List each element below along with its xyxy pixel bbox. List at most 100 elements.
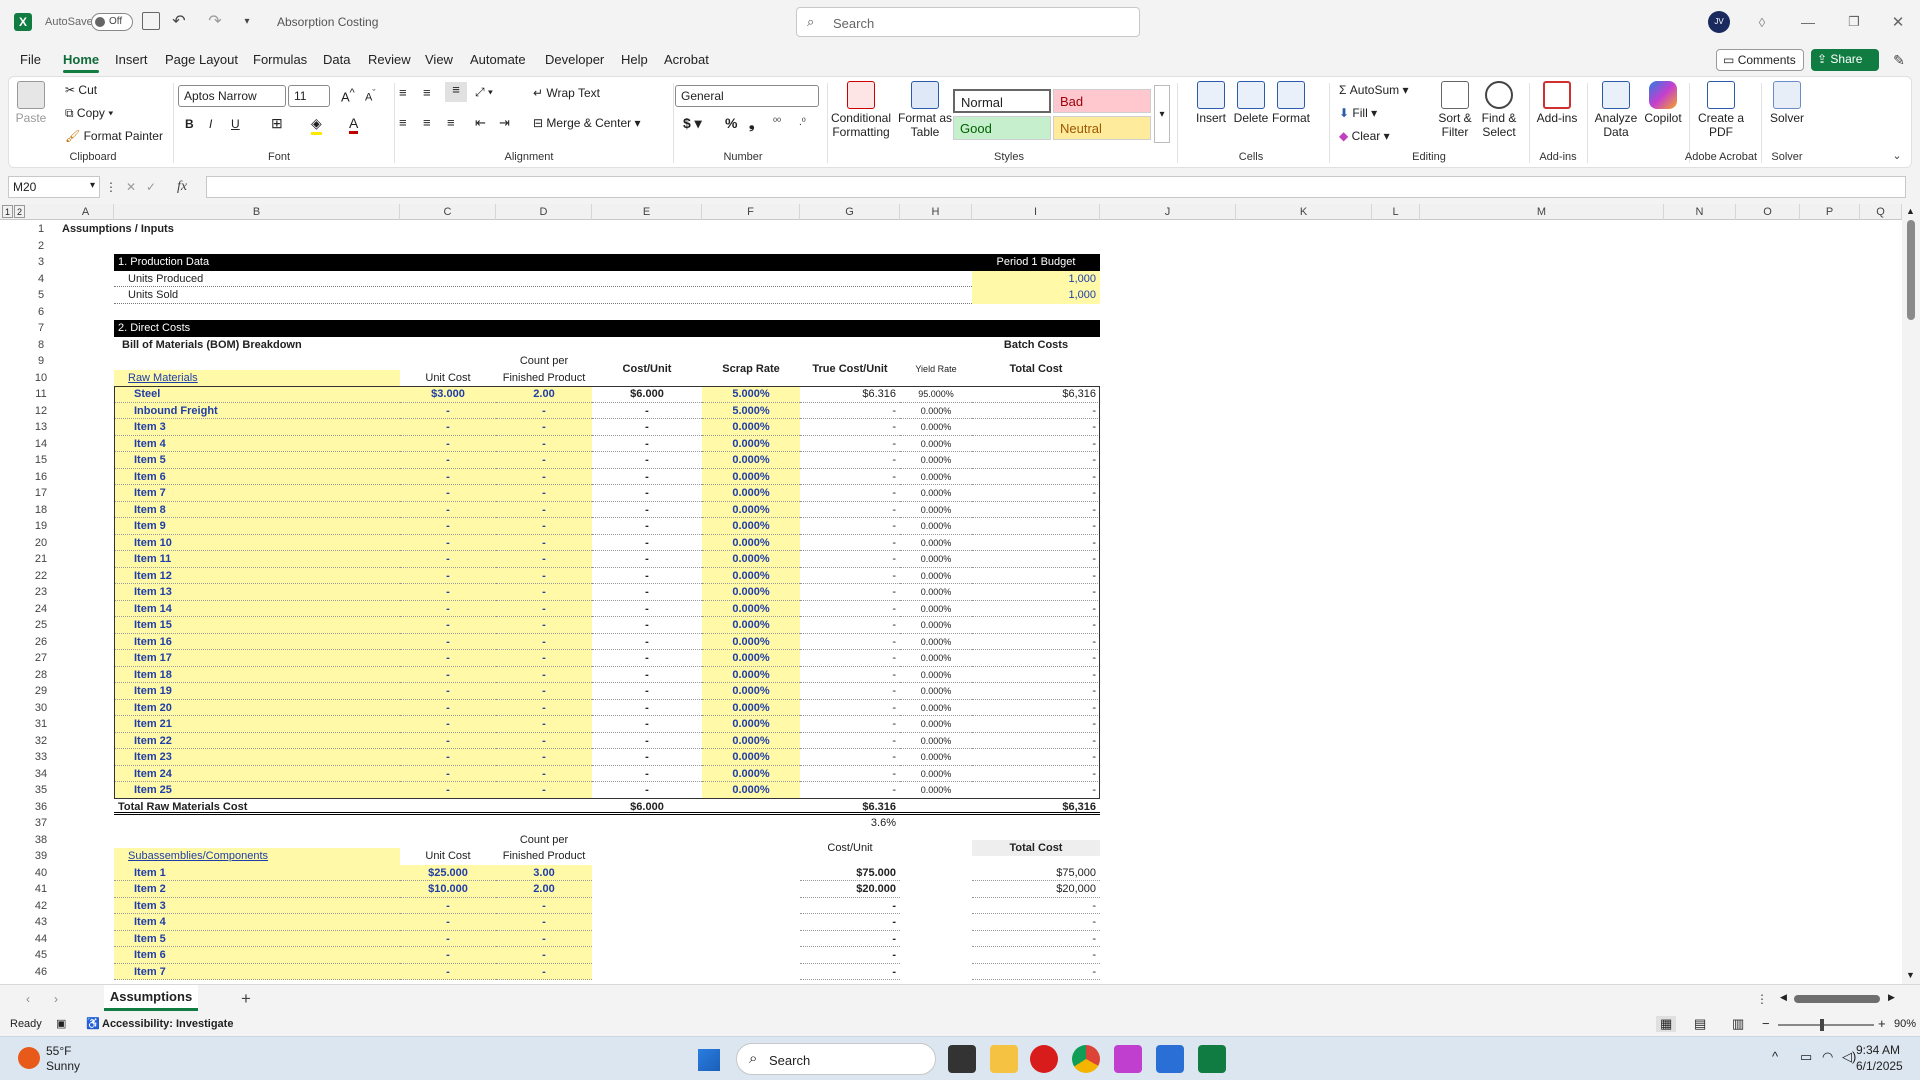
file-explorer-icon[interactable]	[990, 1045, 1018, 1073]
input-cell[interactable]: -	[496, 584, 592, 601]
page-break-view-icon[interactable]: ▥	[1732, 1016, 1744, 1032]
calc-cell[interactable]: -	[800, 964, 900, 980]
table-row-label[interactable]: Item 4	[114, 435, 400, 452]
row-header[interactable]: 33	[24, 749, 58, 766]
calc-cell[interactable]: -	[972, 650, 1100, 667]
percent-icon[interactable]: %	[725, 115, 737, 131]
calc-cell[interactable]: $20.000	[800, 881, 900, 898]
input-cell[interactable]: -	[496, 650, 592, 667]
row-header[interactable]: 4	[24, 271, 58, 288]
input-cell[interactable]: 0.000%	[702, 501, 800, 518]
row-header[interactable]: 13	[24, 419, 58, 436]
calc-cell[interactable]: -	[800, 947, 900, 964]
row-header[interactable]: 29	[24, 683, 58, 700]
table-title[interactable]: Bill of Materials (BOM) Breakdown	[114, 337, 614, 354]
table-row-label[interactable]: Item 11	[114, 551, 400, 568]
zoom-thumb[interactable]	[1820, 1019, 1824, 1031]
input-cell[interactable]: 0.000%	[702, 567, 800, 584]
column-header-g[interactable]: G	[800, 204, 900, 220]
calc-cell[interactable]: 0.000%	[900, 700, 972, 716]
horizontal-scrollbar[interactable]: ◀ ▶	[1780, 992, 1900, 1005]
calc-cell[interactable]: -	[592, 733, 702, 749]
table-row-label[interactable]: Item 9	[114, 518, 400, 535]
calc-cell[interactable]: 0.000%	[900, 452, 972, 469]
input-cell[interactable]: -	[496, 930, 592, 947]
sheet-tab-assumptions[interactable]: Assumptions	[104, 985, 198, 1011]
input-cell[interactable]: 2.00	[496, 881, 592, 898]
taskbar-search[interactable]: ⌕ Search	[736, 1043, 936, 1075]
calc-cell[interactable]: -	[592, 716, 702, 733]
align-bottom-icon[interactable]: ≡	[445, 82, 467, 102]
row-header[interactable]: 9	[24, 353, 58, 370]
column-heading[interactable]: Cost/Unit	[592, 361, 702, 378]
cancel-icon[interactable]: ✕	[122, 178, 140, 196]
table-row-label[interactable]: Item 10	[114, 534, 400, 551]
input-cell[interactable]: -	[400, 963, 496, 980]
calc-cell[interactable]: -	[592, 568, 702, 584]
network-icon[interactable]: ▭	[1800, 1049, 1812, 1065]
hscroll-thumb[interactable]	[1794, 995, 1880, 1003]
row-header[interactable]: 43	[24, 914, 58, 931]
calc-cell[interactable]: -	[592, 469, 702, 485]
input-cell[interactable]: -	[496, 600, 592, 617]
row-header[interactable]: 40	[24, 865, 58, 882]
calc-cell[interactable]: -	[592, 782, 702, 799]
input-cell[interactable]: -	[400, 419, 496, 436]
zoom-slider[interactable]	[1778, 1019, 1874, 1031]
input-cell[interactable]: -	[400, 716, 496, 733]
autosave-toggle[interactable]: Off	[91, 13, 133, 31]
input-cell[interactable]: -	[496, 435, 592, 452]
zoom-level[interactable]: 90%	[1894, 1018, 1916, 1030]
table-row-label[interactable]: Item 3	[114, 419, 400, 436]
italic-icon[interactable]: I	[209, 117, 212, 131]
calc-cell[interactable]: -	[800, 617, 900, 634]
tab-automate[interactable]: Automate	[470, 52, 526, 67]
tray-chevron-icon[interactable]: ^	[1772, 1049, 1778, 1064]
calc-cell[interactable]: $75.000	[800, 865, 900, 881]
increase-decimal-icon[interactable]: ⁰⁰	[773, 117, 781, 128]
calc-cell[interactable]: -	[592, 452, 702, 469]
worksheet-grid[interactable]: 1 2 ABCDEFGHIJKLMNOPQ 1 2 3 4 5 6 7 8 9 10 11 12 13 1…	[0, 204, 1920, 984]
calc-cell[interactable]: -	[972, 403, 1100, 419]
input-cell[interactable]: -	[496, 518, 592, 535]
pen-icon[interactable]: ✎	[1888, 49, 1910, 71]
calc-cell[interactable]: -	[592, 650, 702, 667]
prev-sheet-icon[interactable]: ‹	[20, 991, 36, 1007]
calc-cell[interactable]: -	[800, 650, 900, 667]
row-header[interactable]: 26	[24, 634, 58, 651]
calc-cell[interactable]: 0.000%	[900, 650, 972, 667]
decrease-indent-icon[interactable]: ⇤	[475, 115, 486, 131]
row-header[interactable]: 45	[24, 947, 58, 964]
find-select-button[interactable]: Find & Select	[1475, 81, 1523, 139]
column-header-q[interactable]: Q	[1860, 204, 1902, 220]
sort-filter-button[interactable]: Sort & Filter	[1431, 81, 1479, 139]
input-cell[interactable]: -	[400, 452, 496, 469]
input-cell[interactable]: $10.000	[400, 881, 496, 898]
calc-cell[interactable]: 0.000%	[900, 766, 972, 782]
table-row-label[interactable]: Item 19	[114, 683, 400, 700]
input-cell[interactable]: -	[400, 534, 496, 551]
input-cell[interactable]: -	[496, 782, 592, 799]
increase-font-icon[interactable]: A^	[341, 87, 355, 104]
row-header[interactable]: 12	[24, 403, 58, 420]
input-cell[interactable]: 0.000%	[702, 633, 800, 650]
column-heading[interactable]: Unit Cost	[400, 370, 496, 387]
tab-data[interactable]: Data	[323, 52, 350, 67]
input-cell[interactable]: 0.000%	[702, 584, 800, 601]
input-cell[interactable]: -	[400, 666, 496, 683]
calc-cell[interactable]: -	[972, 419, 1100, 436]
addins-button[interactable]: Add-ins	[1531, 81, 1583, 125]
calc-cell[interactable]: -	[592, 766, 702, 782]
calc-cell[interactable]: -	[592, 617, 702, 634]
calc-cell[interactable]: 0.000%	[900, 436, 972, 452]
formula-input[interactable]	[206, 176, 1906, 198]
column-header-e[interactable]: E	[592, 204, 702, 220]
input-cell[interactable]: -	[496, 501, 592, 518]
borders-icon[interactable]: ⊞	[271, 115, 283, 132]
row-header[interactable]: 7	[24, 320, 58, 337]
column-heading[interactable]: Batch Costs	[972, 337, 1100, 354]
paste-button[interactable]: Paste	[13, 81, 49, 125]
calc-cell[interactable]: -	[972, 716, 1100, 733]
column-heading[interactable]: Count per	[496, 832, 592, 849]
tab-insert[interactable]: Insert	[115, 52, 148, 67]
